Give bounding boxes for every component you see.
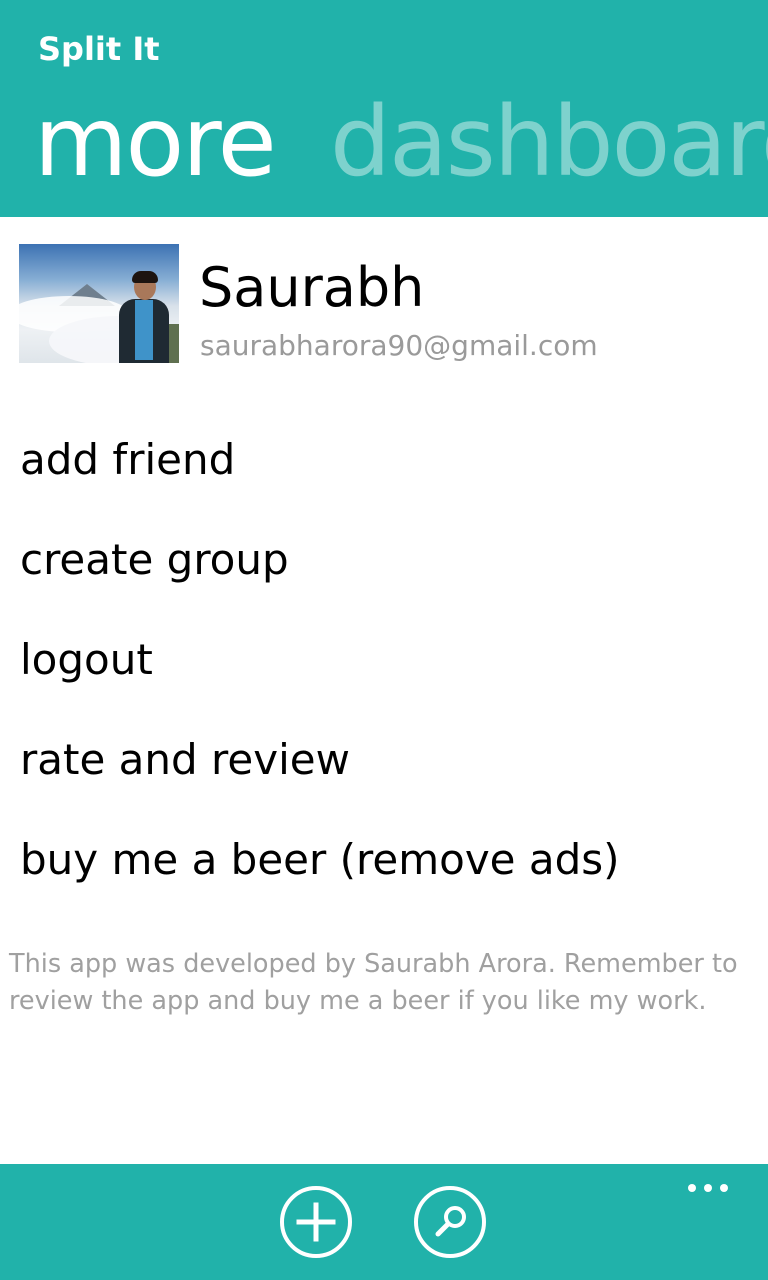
profile-name: Saurabh xyxy=(199,256,425,319)
menu-item-rate-and-review[interactable]: rate and review xyxy=(20,730,750,830)
add-button[interactable] xyxy=(280,1186,352,1258)
menu-item-logout[interactable]: logout xyxy=(20,630,750,730)
menu-item-create-group[interactable]: create group xyxy=(20,530,750,630)
developer-note: This app was developed by Saurabh Arora.… xyxy=(9,949,738,1016)
pivot-tab-more[interactable]: more xyxy=(34,86,277,198)
pivot-tab-dashboard[interactable]: dashboard xyxy=(330,86,768,198)
search-button[interactable] xyxy=(414,1186,486,1258)
ellipsis-icon[interactable] xyxy=(686,1180,734,1196)
app-title: Split It xyxy=(38,30,160,68)
avatar-person-shirt xyxy=(135,300,153,360)
pivot-header: more dashboard xyxy=(0,86,768,206)
avatar-person-hair xyxy=(132,271,158,283)
menu-item-buy-me-a-beer[interactable]: buy me a beer (remove ads) xyxy=(20,830,750,930)
app-bar xyxy=(0,1164,768,1280)
profile-email: saurabharora90@gmail.com xyxy=(200,329,598,362)
add-icon xyxy=(296,1202,336,1242)
header: Split It more dashboard xyxy=(0,0,768,217)
search-icon xyxy=(435,1206,466,1237)
avatar xyxy=(19,244,179,363)
profile-section: Saurabh saurabharora90@gmail.com xyxy=(19,244,749,364)
screen: Split It more dashboard Saurabh saurabha… xyxy=(0,0,768,1280)
menu-item-add-friend[interactable]: add friend xyxy=(20,430,750,530)
menu-list: add friend create group logout rate and … xyxy=(20,430,750,930)
